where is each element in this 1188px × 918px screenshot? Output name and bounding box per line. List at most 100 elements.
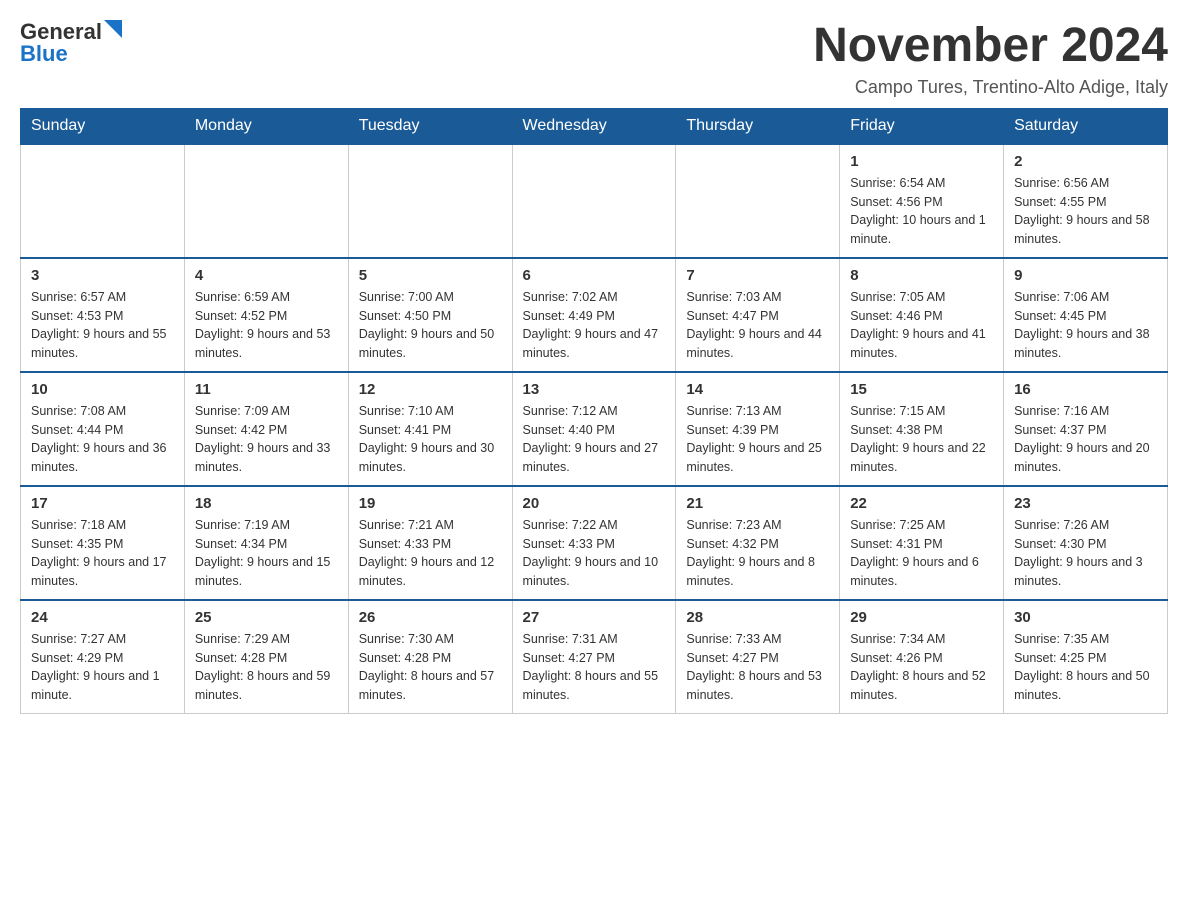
day-of-week-header: Thursday — [676, 108, 840, 144]
calendar-cell: 30 Sunrise: 7:35 AMSunset: 4:25 PMDayligh… — [1004, 600, 1168, 714]
calendar-cell: 10Sunrise: 7:08 AMSunset: 4:44 PMDayligh… — [21, 372, 185, 486]
day-info: Sunrise: 7:35 AMSunset: 4:25 PMDaylight:… — [1014, 630, 1157, 705]
day-number: 30 — [1014, 609, 1157, 626]
day-number: 22 — [850, 495, 993, 512]
calendar-cell: 16 Sunrise: 7:16 AMSunset: 4:37 PMDayligh… — [1004, 372, 1168, 486]
calendar-cell: 2 Sunrise: 6:56 AMSunset: 4:55 PMDaylight… — [1004, 144, 1168, 258]
calendar-cell: 18 Sunrise: 7:19 AMSunset: 4:34 PMDayligh… — [184, 486, 348, 600]
calendar-cell: 21Sunrise: 7:23 AMSunset: 4:32 PMDayligh… — [676, 486, 840, 600]
day-info: Sunrise: 7:12 AMSunset: 4:40 PMDaylight:… — [523, 402, 666, 477]
day-info: Sunrise: 7:33 AMSunset: 4:27 PMDaylight:… — [686, 630, 829, 705]
day-info: Sunrise: 7:00 AMSunset: 4:50 PMDaylight:… — [359, 288, 502, 363]
day-number: 17 — [31, 495, 174, 512]
day-info: Sunrise: 7:15 AMSunset: 4:38 PMDaylight:… — [850, 402, 993, 477]
day-number: 18 — [195, 495, 338, 512]
day-number: 15 — [850, 381, 993, 398]
day-info: Sunrise: 7:03 AMSunset: 4:47 PMDaylight:… — [686, 288, 829, 363]
calendar-cell: 26 Sunrise: 7:30 AMSunset: 4:28 PMDayligh… — [348, 600, 512, 714]
calendar-week-row: 24 Sunrise: 7:27 AMSunset: 4:29 PMDayligh… — [21, 600, 1168, 714]
day-number: 9 — [1014, 267, 1157, 284]
day-number: 26 — [359, 609, 502, 626]
day-of-week-header: Sunday — [21, 108, 185, 144]
calendar-cell: 15 Sunrise: 7:15 AMSunset: 4:38 PMDayligh… — [840, 372, 1004, 486]
day-info: Sunrise: 7:34 AMSunset: 4:26 PMDaylight:… — [850, 630, 993, 705]
day-info: Sunrise: 7:02 AMSunset: 4:49 PMDaylight:… — [523, 288, 666, 363]
calendar-cell: 12 Sunrise: 7:10 AMSunset: 4:41 PMDayligh… — [348, 372, 512, 486]
calendar-cell — [21, 144, 185, 258]
day-number: 3 — [31, 267, 174, 284]
day-info: Sunrise: 7:22 AMSunset: 4:33 PMDaylight:… — [523, 516, 666, 591]
day-info: Sunrise: 7:16 AMSunset: 4:37 PMDaylight:… — [1014, 402, 1157, 477]
calendar-cell: 27 Sunrise: 7:31 AMSunset: 4:27 PMDayligh… — [512, 600, 676, 714]
day-number: 12 — [359, 381, 502, 398]
day-number: 29 — [850, 609, 993, 626]
day-info: Sunrise: 6:54 AMSunset: 4:56 PMDaylight:… — [850, 174, 993, 249]
calendar-cell: 7Sunrise: 7:03 AMSunset: 4:47 PMDaylight… — [676, 258, 840, 372]
calendar-cell: 28 Sunrise: 7:33 AMSunset: 4:27 PMDayligh… — [676, 600, 840, 714]
day-info: Sunrise: 7:31 AMSunset: 4:27 PMDaylight:… — [523, 630, 666, 705]
day-number: 16 — [1014, 381, 1157, 398]
day-number: 28 — [686, 609, 829, 626]
day-info: Sunrise: 6:56 AMSunset: 4:55 PMDaylight:… — [1014, 174, 1157, 249]
day-of-week-header: Saturday — [1004, 108, 1168, 144]
calendar-cell: 19 Sunrise: 7:21 AMSunset: 4:33 PMDayligh… — [348, 486, 512, 600]
calendar-header-row: SundayMondayTuesdayWednesdayThursdayFrid… — [21, 108, 1168, 144]
day-of-week-header: Monday — [184, 108, 348, 144]
calendar-cell: 17 Sunrise: 7:18 AMSunset: 4:35 PMDayligh… — [21, 486, 185, 600]
calendar-cell: 23Sunrise: 7:26 AMSunset: 4:30 PMDayligh… — [1004, 486, 1168, 600]
calendar-week-row: 3Sunrise: 6:57 AMSunset: 4:53 PMDaylight… — [21, 258, 1168, 372]
calendar-cell: 8 Sunrise: 7:05 AMSunset: 4:46 PMDaylight… — [840, 258, 1004, 372]
calendar-cell: 29 Sunrise: 7:34 AMSunset: 4:26 PMDayligh… — [840, 600, 1004, 714]
calendar-cell: 5 Sunrise: 7:00 AMSunset: 4:50 PMDaylight… — [348, 258, 512, 372]
month-title: November 2024 — [813, 20, 1168, 73]
day-number: 23 — [1014, 495, 1157, 512]
day-info: Sunrise: 7:08 AMSunset: 4:44 PMDaylight:… — [31, 402, 174, 477]
calendar-week-row: 1 Sunrise: 6:54 AMSunset: 4:56 PMDaylight… — [21, 144, 1168, 258]
day-number: 5 — [359, 267, 502, 284]
day-of-week-header: Wednesday — [512, 108, 676, 144]
day-number: 4 — [195, 267, 338, 284]
calendar-cell: 22Sunrise: 7:25 AMSunset: 4:31 PMDayligh… — [840, 486, 1004, 600]
calendar-week-row: 17 Sunrise: 7:18 AMSunset: 4:35 PMDayligh… — [21, 486, 1168, 600]
day-of-week-header: Tuesday — [348, 108, 512, 144]
calendar-cell — [184, 144, 348, 258]
calendar-cell: 4 Sunrise: 6:59 AMSunset: 4:52 PMDaylight… — [184, 258, 348, 372]
day-info: Sunrise: 7:05 AMSunset: 4:46 PMDaylight:… — [850, 288, 993, 363]
day-info: Sunrise: 7:06 AMSunset: 4:45 PMDaylight:… — [1014, 288, 1157, 363]
day-info: Sunrise: 7:09 AMSunset: 4:42 PMDaylight:… — [195, 402, 338, 477]
logo-triangle-icon — [104, 20, 122, 38]
calendar-cell: 1 Sunrise: 6:54 AMSunset: 4:56 PMDaylight… — [840, 144, 1004, 258]
day-number: 24 — [31, 609, 174, 626]
day-info: Sunrise: 7:18 AMSunset: 4:35 PMDaylight:… — [31, 516, 174, 591]
day-info: Sunrise: 7:27 AMSunset: 4:29 PMDaylight:… — [31, 630, 174, 705]
day-number: 1 — [850, 153, 993, 170]
logo-blue-text: Blue — [20, 43, 68, 65]
day-number: 13 — [523, 381, 666, 398]
day-number: 19 — [359, 495, 502, 512]
calendar-cell — [676, 144, 840, 258]
calendar-cell: 20 Sunrise: 7:22 AMSunset: 4:33 PMDayligh… — [512, 486, 676, 600]
day-info: Sunrise: 6:59 AMSunset: 4:52 PMDaylight:… — [195, 288, 338, 363]
calendar-cell: 25Sunrise: 7:29 AMSunset: 4:28 PMDayligh… — [184, 600, 348, 714]
day-info: Sunrise: 7:19 AMSunset: 4:34 PMDaylight:… — [195, 516, 338, 591]
day-number: 2 — [1014, 153, 1157, 170]
calendar-cell: 9 Sunrise: 7:06 AMSunset: 4:45 PMDaylight… — [1004, 258, 1168, 372]
day-info: Sunrise: 7:30 AMSunset: 4:28 PMDaylight:… — [359, 630, 502, 705]
calendar-cell: 14Sunrise: 7:13 AMSunset: 4:39 PMDayligh… — [676, 372, 840, 486]
day-number: 11 — [195, 381, 338, 398]
calendar-cell: 24 Sunrise: 7:27 AMSunset: 4:29 PMDayligh… — [21, 600, 185, 714]
day-number: 20 — [523, 495, 666, 512]
day-number: 6 — [523, 267, 666, 284]
day-number: 27 — [523, 609, 666, 626]
day-info: Sunrise: 7:21 AMSunset: 4:33 PMDaylight:… — [359, 516, 502, 591]
calendar-cell: 3Sunrise: 6:57 AMSunset: 4:53 PMDaylight… — [21, 258, 185, 372]
logo: General Blue — [20, 20, 122, 65]
calendar-table: SundayMondayTuesdayWednesdayThursdayFrid… — [20, 108, 1168, 714]
logo-general-text: General — [20, 21, 102, 43]
location-subtitle: Campo Tures, Trentino-Alto Adige, Italy — [813, 77, 1168, 98]
day-number: 8 — [850, 267, 993, 284]
day-info: Sunrise: 7:10 AMSunset: 4:41 PMDaylight:… — [359, 402, 502, 477]
calendar-cell — [512, 144, 676, 258]
day-info: Sunrise: 7:29 AMSunset: 4:28 PMDaylight:… — [195, 630, 338, 705]
page-header: General Blue November 2024 Campo Tures, … — [20, 20, 1168, 98]
